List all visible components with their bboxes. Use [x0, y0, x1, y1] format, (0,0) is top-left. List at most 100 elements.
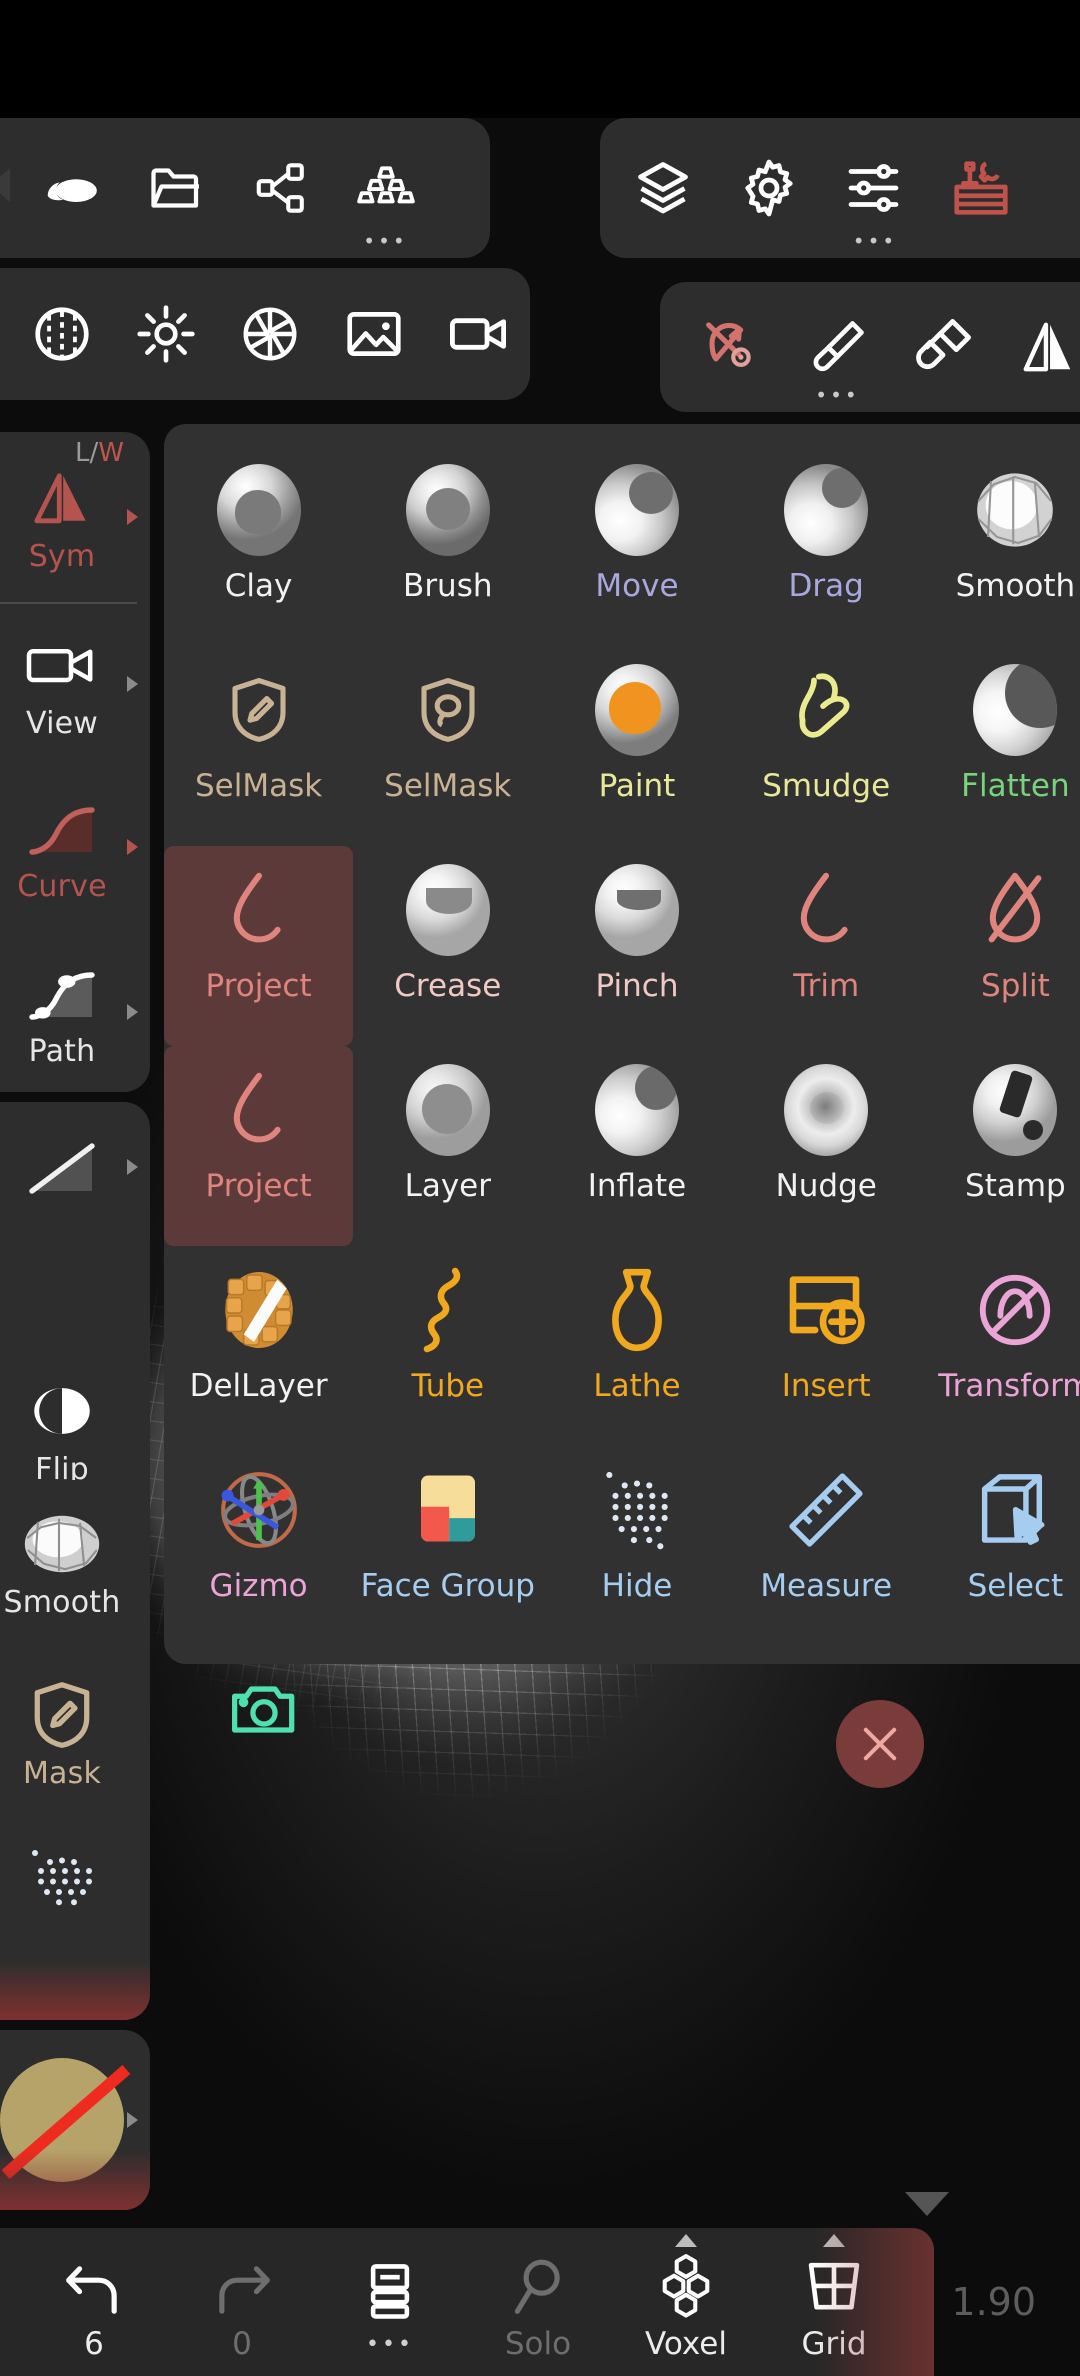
tool-flatten[interactable]: Flatten: [921, 646, 1080, 846]
tool-selmask-brush[interactable]: SelMask: [164, 646, 353, 846]
tool-face-group[interactable]: Face Group: [353, 1446, 542, 1646]
bottom-toolbar: 6 0 ••• Solo Voxel: [0, 2228, 934, 2376]
tool-label: Gizmo: [209, 1568, 308, 1604]
tool-project-a[interactable]: Project: [164, 846, 354, 1046]
status-bar: [0, 0, 1080, 118]
tool-smooth[interactable]: Smooth: [921, 446, 1080, 646]
chevron-right-icon[interactable]: [127, 2112, 138, 2128]
tool-select[interactable]: Select: [921, 1446, 1080, 1646]
tool-lathe[interactable]: Lathe: [542, 1246, 731, 1446]
tool-clay[interactable]: Clay: [164, 446, 353, 646]
matcap-sphere-icon[interactable]: [10, 268, 114, 400]
more-dots[interactable]: •••: [853, 231, 897, 251]
chevron-right-icon[interactable]: [127, 1004, 138, 1020]
solo-button[interactable]: Solo: [464, 2228, 612, 2376]
tool-pinch[interactable]: Pinch: [542, 846, 731, 1046]
mask-shield-brush: [226, 662, 292, 758]
sidebar-item-hide[interactable]: [0, 1822, 150, 1932]
redo-button[interactable]: 0: [168, 2228, 316, 2376]
tool-brush[interactable]: Brush: [353, 446, 542, 646]
tool-split[interactable]: Split: [921, 846, 1080, 1046]
sidebar-item-mask[interactable]: Mask: [0, 1646, 150, 1822]
tool-hide[interactable]: Hide: [542, 1446, 731, 1646]
project-drop-icon: [226, 862, 292, 958]
sculpt-ball-stamp: [973, 1062, 1058, 1158]
tool-trim[interactable]: Trim: [732, 846, 921, 1046]
camera-video-icon[interactable]: [426, 268, 530, 400]
sidebar-item-path[interactable]: Path: [0, 930, 150, 1094]
clay-blob-icon[interactable]: [18, 118, 123, 258]
linear-ramp-icon: [23, 1130, 101, 1204]
no-alpha-gear-icon[interactable]: [680, 282, 785, 412]
tool-selmask-lasso[interactable]: SelMask: [353, 646, 542, 846]
tool-label: Transform: [938, 1368, 1080, 1404]
close-icon[interactable]: [836, 1700, 924, 1788]
tool-project-b[interactable]: Project: [164, 1046, 354, 1246]
sidebar-item-sym[interactable]: L/W Sym: [0, 432, 150, 602]
tool-transform[interactable]: Transform: [921, 1246, 1080, 1446]
sidebar-item-ramp[interactable]: [0, 1102, 150, 1232]
tool-crease[interactable]: Crease: [353, 846, 542, 1046]
tool-drag[interactable]: Drag: [732, 446, 921, 646]
more-dots[interactable]: •••: [366, 2332, 414, 2357]
image-background-icon[interactable]: [322, 268, 426, 400]
sidebar-bottom-group: Smooth Mask: [0, 1480, 150, 2020]
tool-inflate[interactable]: Inflate: [542, 1046, 731, 1246]
sidebar-item-label: View: [26, 705, 98, 741]
sidebar-item-view[interactable]: View: [0, 604, 150, 764]
more-dots[interactable]: •••: [815, 385, 859, 405]
toolbox-icon[interactable]: [928, 118, 1034, 258]
undo-button[interactable]: 6: [20, 2228, 168, 2376]
sidebar-item-label: Mask: [22, 1755, 102, 1791]
tool-label: SelMask: [384, 768, 512, 804]
camera-screenshot-icon[interactable]: [228, 1678, 300, 1744]
chevron-right-icon[interactable]: [127, 509, 138, 525]
tool-label: Flatten: [961, 768, 1070, 804]
tool-tube[interactable]: Tube: [353, 1246, 542, 1446]
tool-smudge[interactable]: Smudge: [732, 646, 921, 846]
aperture-icon[interactable]: [218, 268, 322, 400]
voxel-button[interactable]: Voxel: [612, 2228, 760, 2376]
brush-stroke-icon[interactable]: •••: [785, 282, 890, 412]
lathe-vase-icon: [604, 1262, 670, 1358]
lighting-sun-icon[interactable]: [114, 268, 218, 400]
folder-open-icon[interactable]: [123, 118, 228, 258]
chevron-right-icon[interactable]: [127, 1159, 138, 1175]
sliders-icon[interactable]: •••: [822, 118, 928, 258]
gear-icon[interactable]: [716, 118, 822, 258]
tool-insert[interactable]: Insert: [732, 1246, 921, 1446]
tool-measure[interactable]: Measure: [732, 1446, 921, 1646]
layers-icon[interactable]: [610, 118, 716, 258]
tool-label: Drag: [788, 568, 864, 604]
tool-dellayer[interactable]: DelLayer: [164, 1246, 353, 1446]
zoom-level-readout: 1.90: [951, 2280, 1036, 2324]
sidebar-item-curve[interactable]: Curve: [0, 764, 150, 930]
more-dots[interactable]: •••: [363, 231, 407, 251]
caret-up-icon[interactable]: [675, 2234, 697, 2247]
paint-roller-icon[interactable]: [890, 282, 995, 412]
mirror-symmetry-icon[interactable]: [995, 282, 1080, 412]
sculpt-ball-crease: [405, 862, 490, 958]
tool-label: Trim: [793, 968, 860, 1004]
path-curve-icon: [23, 956, 101, 1030]
insert-plus-icon: [784, 1262, 868, 1358]
chevron-right-icon[interactable]: [127, 676, 138, 692]
panel-collapse-caret[interactable]: [905, 2192, 949, 2216]
layers-list-icon: [367, 2248, 413, 2324]
share-nodes-icon[interactable]: [228, 118, 333, 258]
toolbar-sub-left: [0, 268, 530, 400]
chevron-right-icon[interactable]: [127, 839, 138, 855]
tool-label: Crease: [394, 968, 502, 1004]
split-drop-icon: [982, 862, 1048, 958]
tool-label: DelLayer: [189, 1368, 328, 1404]
sidebar-item-smooth[interactable]: Smooth: [0, 1480, 150, 1646]
tool-paint[interactable]: Paint: [542, 646, 731, 846]
layers-list-button[interactable]: •••: [316, 2228, 464, 2376]
tool-gizmo[interactable]: Gizmo: [164, 1446, 353, 1646]
tool-layer[interactable]: Layer: [353, 1046, 542, 1246]
tool-move[interactable]: Move: [542, 446, 731, 646]
tool-stamp[interactable]: Stamp: [921, 1046, 1080, 1246]
sculpt-ball-smooth: [970, 462, 1060, 558]
primitives-stack-icon[interactable]: •••: [333, 118, 438, 258]
tool-nudge[interactable]: Nudge: [732, 1046, 921, 1246]
